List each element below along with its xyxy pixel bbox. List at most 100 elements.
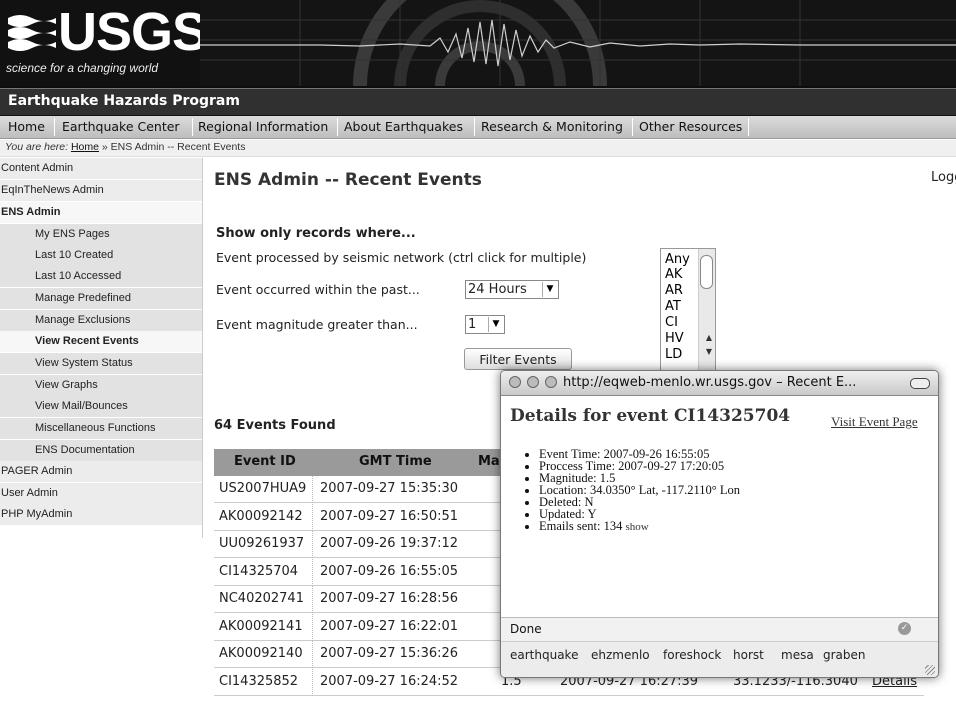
sidebar-item-label: Manage Predefined: [35, 292, 132, 304]
sidebar-item-label: PAGER Admin: [1, 465, 73, 477]
scroll-down-icon[interactable]: ▼: [706, 347, 712, 356]
gmt-time-cell: 2007-09-27 16:22:01: [320, 619, 459, 634]
sidebar-item-label: Manage Exclusions: [35, 314, 131, 326]
time-range-select[interactable]: 24 Hours ▼: [465, 280, 559, 299]
sidebar-item-manage-predefined[interactable]: Manage Predefined: [0, 288, 202, 310]
close-window-icon[interactable]: [509, 376, 521, 388]
filter-events-button[interactable]: Filter Events: [464, 348, 572, 370]
event-id-cell: CI14325852: [219, 674, 299, 689]
sidebar-item-ens-documentation[interactable]: ENS Documentation: [0, 440, 202, 462]
listbox-scroll-thumb[interactable]: [700, 255, 713, 289]
popup-titlebar[interactable]: http://eqweb-menlo.wr.usgs.gov – Recent …: [501, 371, 938, 396]
tag-link[interactable]: ehzmenlo: [591, 648, 650, 662]
program-bar: Earthquake Hazards Program: [0, 88, 956, 116]
sidebar-item-content-admin[interactable]: Content Admin: [0, 158, 202, 180]
sidebar-item-label: Last 10 Accessed: [35, 270, 122, 282]
breadcrumb-home-link[interactable]: Home: [71, 141, 99, 153]
sidebar-item-view-mail-bounces[interactable]: View Mail/Bounces: [0, 396, 202, 418]
sidebar-item-pager-admin[interactable]: PAGER Admin: [0, 461, 202, 483]
column-divider: [312, 586, 313, 613]
gmt-time-cell: 2007-09-27 16:24:52: [320, 674, 459, 689]
nav-research-monitoring[interactable]: Research & Monitoring: [481, 119, 623, 134]
nav-other-resources[interactable]: Other Resources: [639, 119, 742, 134]
sidebar: Content Admin EqInTheNews Admin ENS Admi…: [0, 158, 203, 708]
column-header-event-id[interactable]: Event ID: [234, 454, 296, 469]
sidebar-item-last-10-created[interactable]: Last 10 Created: [0, 245, 202, 267]
gmt-time-cell: 2007-09-27 15:36:26: [320, 646, 459, 661]
show-emails-link[interactable]: show: [625, 521, 648, 533]
popup-status-bar: Done ✓: [501, 617, 938, 641]
event-id-cell: UU09261937: [219, 536, 305, 551]
nav-regional-information[interactable]: Regional Information: [198, 119, 328, 134]
sidebar-item-eqinthenews-admin[interactable]: EqInTheNews Admin: [0, 180, 202, 202]
network-option[interactable]: HV: [665, 331, 684, 346]
sidebar-item-last-10-accessed[interactable]: Last 10 Accessed: [0, 266, 202, 288]
network-option[interactable]: CI: [665, 315, 678, 330]
chevron-down-icon: ▼: [488, 317, 503, 332]
tag-link[interactable]: horst: [733, 648, 764, 662]
zoom-window-icon[interactable]: [545, 376, 557, 388]
network-option[interactable]: LD: [665, 347, 682, 362]
popup-title: http://eqweb-menlo.wr.usgs.gov – Recent …: [563, 375, 857, 390]
events-found-count: 64 Events Found: [214, 418, 336, 433]
event-details-popup: http://eqweb-menlo.wr.usgs.gov – Recent …: [500, 370, 939, 678]
usgs-logo[interactable]: USGS science for a changing world: [0, 0, 208, 86]
sidebar-item-manage-exclusions[interactable]: Manage Exclusions: [0, 310, 202, 332]
minimize-window-icon[interactable]: [527, 376, 539, 388]
sidebar-item-view-system-status[interactable]: View System Status: [0, 353, 202, 375]
tag-link[interactable]: graben: [823, 648, 866, 662]
column-header-gmt-time[interactable]: GMT Time: [359, 454, 432, 469]
sidebar-item-label: EqInTheNews Admin: [1, 184, 104, 196]
column-divider: [312, 641, 313, 668]
column-divider: [312, 669, 313, 696]
resize-grip-icon[interactable]: [925, 665, 935, 675]
nav-divider: [192, 118, 193, 136]
column-divider: [312, 531, 313, 558]
nav-home[interactable]: Home: [8, 119, 45, 134]
tag-link[interactable]: foreshock: [663, 648, 721, 662]
magnitude-filter-label: Event magnitude greater than...: [216, 317, 418, 332]
network-option[interactable]: AR: [665, 283, 683, 298]
sidebar-item-label: View Graphs: [35, 379, 98, 391]
sidebar-item-label: PHP MyAdmin: [1, 508, 73, 520]
tag-link[interactable]: mesa: [781, 648, 814, 662]
toolbar-toggle-icon[interactable]: [910, 378, 930, 389]
event-id-cell: CI14325704: [219, 564, 299, 579]
magnitude-value: 1: [468, 317, 477, 332]
gmt-time-cell: 2007-09-27 15:35:30: [320, 481, 459, 496]
magnitude-select[interactable]: 1 ▼: [465, 315, 505, 334]
event-id-cell: NC40202741: [219, 591, 304, 606]
sidebar-item-user-admin[interactable]: User Admin: [0, 483, 202, 505]
logo-wordmark: USGS: [58, 2, 208, 62]
event-id-cell: AK00092141: [219, 619, 303, 634]
event-details-list: Event Time: 2007-09-26 16:55:05 Proccess…: [515, 448, 740, 533]
visit-event-page-link[interactable]: Visit Event Page: [831, 414, 918, 430]
sidebar-item-miscellaneous-functions[interactable]: Miscellaneous Functions: [0, 418, 202, 440]
breadcrumb-rest: » ENS Admin -- Recent Events: [101, 141, 246, 153]
sidebar-item-view-graphs[interactable]: View Graphs: [0, 375, 202, 397]
column-divider: [312, 504, 313, 531]
sidebar-item-php-myadmin[interactable]: PHP MyAdmin: [0, 504, 202, 526]
sidebar-item-my-ens-pages[interactable]: My ENS Pages: [0, 224, 202, 246]
top-navigation: Home Earthquake Center Regional Informat…: [0, 116, 956, 139]
tag-link[interactable]: earthquake: [510, 648, 578, 662]
network-option[interactable]: AK: [665, 267, 682, 282]
event-details-heading: Details for event CI14325704: [510, 406, 791, 426]
nav-about-earthquakes[interactable]: About Earthquakes: [344, 119, 463, 134]
sidebar-item-label: ENS Admin: [1, 206, 61, 218]
network-listbox[interactable]: Any AK AR AT CI HV LD ▲ ▼: [660, 248, 716, 372]
network-option[interactable]: AT: [665, 299, 681, 314]
column-divider: [312, 559, 313, 586]
sidebar-item-ens-admin[interactable]: ENS Admin: [0, 202, 202, 224]
network-option[interactable]: Any: [665, 252, 690, 267]
sidebar-item-view-recent-events[interactable]: View Recent Events: [0, 331, 202, 353]
time-filter-label: Event occurred within the past...: [216, 282, 420, 297]
nav-divider: [632, 118, 633, 136]
nav-earthquake-center[interactable]: Earthquake Center: [62, 119, 180, 134]
page-title: ENS Admin -- Recent Events: [214, 170, 482, 190]
column-header-magnitude[interactable]: Ma: [478, 454, 500, 469]
sidebar-item-label: Last 10 Created: [35, 249, 114, 261]
gmt-time-cell: 2007-09-26 19:37:12: [320, 536, 459, 551]
logout-link[interactable]: Logg: [931, 170, 956, 185]
scroll-up-icon[interactable]: ▲: [706, 333, 712, 342]
